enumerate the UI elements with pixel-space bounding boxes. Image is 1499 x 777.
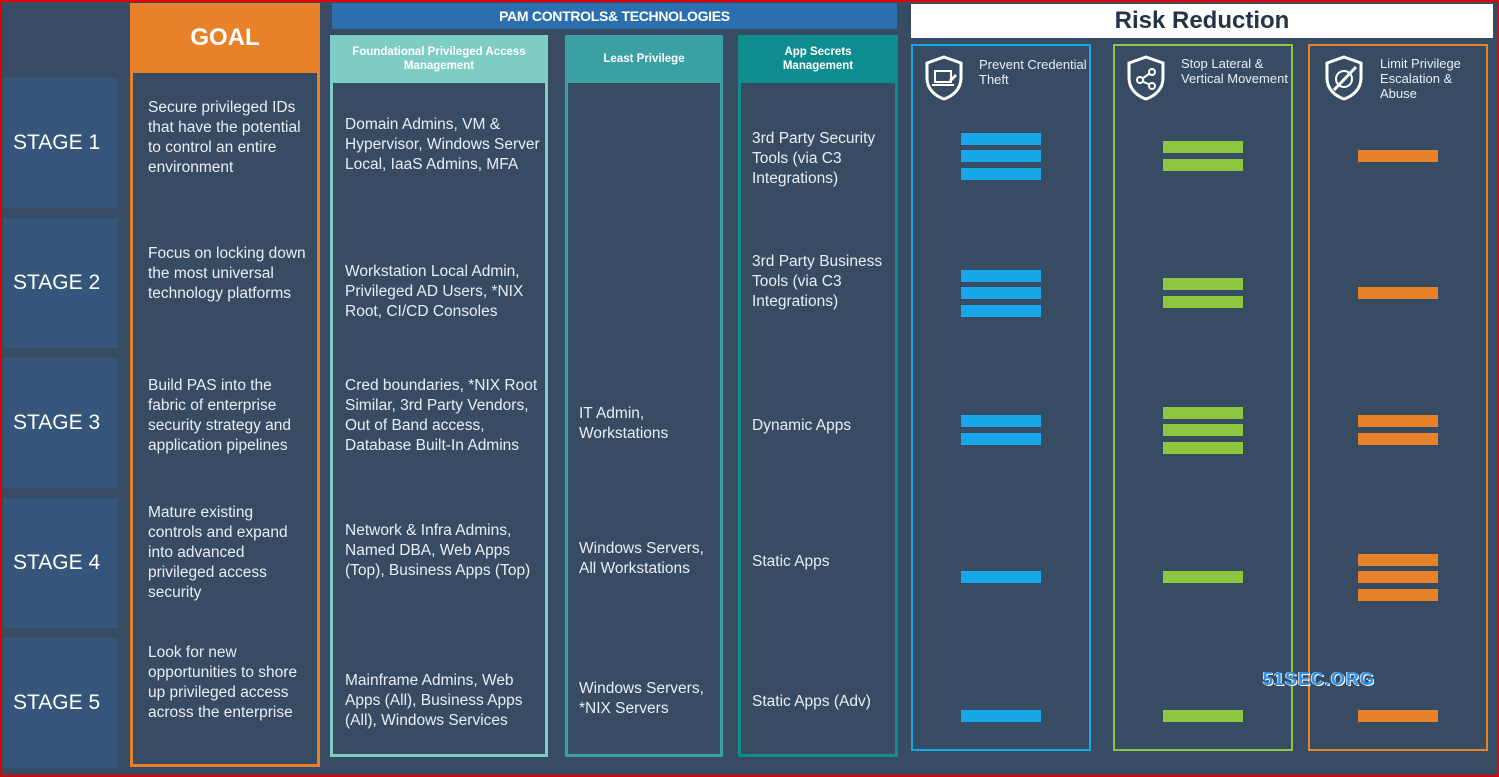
stage-1-label: STAGE 1 xyxy=(3,78,118,208)
app-secrets-header: App Secrets Management xyxy=(738,35,898,83)
limit-privilege-escalation-label: Limit Privilege Escalation & Abuse xyxy=(1380,56,1461,101)
goal-stage-2: Focus on locking down the most universal… xyxy=(148,245,306,302)
app-secrets-stage-1: 3rd Party Security Tools (via C3 Integra… xyxy=(752,130,876,187)
shield-network-icon xyxy=(1124,54,1168,102)
stage-5-label: STAGE 5 xyxy=(3,638,118,768)
risk-bar xyxy=(1358,433,1438,445)
goal-stage-4: Mature existing controls and expand into… xyxy=(148,504,288,601)
risk-bar xyxy=(1163,710,1243,722)
foundational-stage-3: Cred boundaries, *NIX Root Similar, 3rd … xyxy=(345,377,538,454)
pam-controls-banner: PAM CONTROLS& TECHNOLOGIES xyxy=(332,3,897,29)
app-secrets-stage-4: Static Apps xyxy=(752,553,830,570)
risk-bar xyxy=(1163,407,1243,419)
risk-bar xyxy=(961,433,1041,445)
risk-bar xyxy=(1358,150,1438,162)
goal-header: GOAL xyxy=(130,3,320,73)
risk-bar xyxy=(1163,571,1243,583)
risk-bar xyxy=(1163,159,1243,171)
risk-bar xyxy=(961,133,1041,145)
risk-bar xyxy=(1358,589,1438,601)
goal-stage-1: Secure privileged IDs that have the pote… xyxy=(148,99,301,176)
risk-bar xyxy=(961,150,1041,162)
foundational-stage-5: Mainframe Admins, Web Apps (All), Busine… xyxy=(345,672,523,729)
foundational-pam-header: Foundational Privileged Access Managemen… xyxy=(330,35,548,83)
goal-stage-3: Build PAS into the fabric of enterprise … xyxy=(148,377,292,454)
shield-laptop-icon xyxy=(922,54,966,102)
goal-stage-5: Look for new opportunities to shore up p… xyxy=(148,644,298,721)
risk-bar xyxy=(1163,424,1243,436)
risk-bar xyxy=(1358,287,1438,299)
risk-bar xyxy=(961,710,1041,722)
shield-no-escalation-icon xyxy=(1322,54,1366,102)
least-privilege-stage-3: IT Admin, Workstations xyxy=(579,405,669,442)
least-privilege-stage-5: Windows Servers, *NIX Servers xyxy=(579,680,704,717)
stage-3-label: STAGE 3 xyxy=(3,358,118,488)
risk-bar xyxy=(1163,278,1243,290)
risk-bar xyxy=(1358,571,1438,583)
foundational-stage-1: Domain Admins, VM & Hypervisor, Windows … xyxy=(345,116,540,173)
foundational-stage-4: Network & Infra Admins, Named DBA, Web A… xyxy=(345,522,531,579)
risk-bar xyxy=(1163,141,1243,153)
stop-lateral-movement-label: Stop Lateral & Vertical Movement xyxy=(1181,56,1288,86)
risk-bar xyxy=(1163,296,1243,308)
risk-bar xyxy=(1358,710,1438,722)
risk-bar xyxy=(961,571,1041,583)
risk-bar xyxy=(961,168,1041,180)
risk-bar xyxy=(961,305,1041,317)
risk-bar xyxy=(961,415,1041,427)
least-privilege-header: Least Privilege xyxy=(565,35,723,83)
app-secrets-stage-5: Static Apps (Adv) xyxy=(752,693,871,710)
app-secrets-stage-3: Dynamic Apps xyxy=(752,417,852,434)
prevent-credential-theft-label: Prevent Credential Theft xyxy=(979,57,1087,87)
risk-bar xyxy=(961,287,1041,299)
watermark: 51SEC.ORG xyxy=(1263,669,1376,689)
app-secrets-stage-2: 3rd Party Business Tools (via C3 Integra… xyxy=(752,253,883,310)
risk-reduction-banner: Risk Reduction xyxy=(911,4,1493,38)
stage-4-label: STAGE 4 xyxy=(3,498,118,628)
risk-bar xyxy=(1358,554,1438,566)
risk-bar xyxy=(1163,442,1243,454)
risk-bar xyxy=(961,270,1041,282)
least-privilege-stage-4: Windows Servers, All Workstations xyxy=(579,540,704,577)
risk-bar xyxy=(1358,415,1438,427)
stage-2-label: STAGE 2 xyxy=(3,218,118,348)
foundational-stage-2: Workstation Local Admin, Privileged AD U… xyxy=(345,263,524,320)
